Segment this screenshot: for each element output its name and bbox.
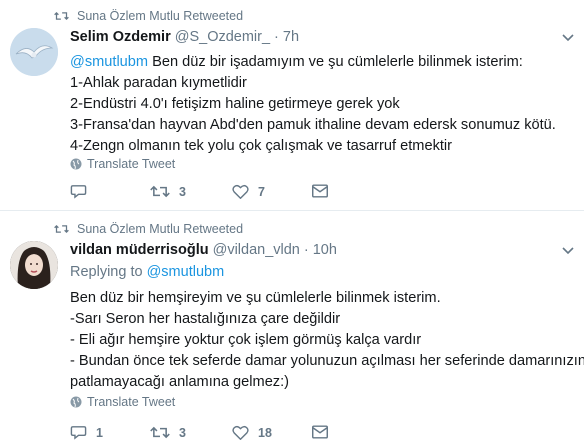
author-handle[interactable]: @S_Ozdemir_ <box>175 29 270 45</box>
heart-icon <box>232 425 249 440</box>
tweet-text-line: Ben düz bir hemşireyim ve şu cümlelerle … <box>70 290 441 306</box>
seagull-avatar-icon <box>10 28 58 76</box>
mention-link[interactable]: @smutlubm <box>70 54 148 70</box>
translate-label: Translate Tweet <box>87 157 176 171</box>
timestamp[interactable]: 7h <box>283 29 299 45</box>
tweet-text-line: -Sarı Seron her hastalığınıza çare değil… <box>70 311 341 327</box>
like-button[interactable]: 7 <box>232 184 265 199</box>
woman-portrait-avatar-icon <box>10 241 58 289</box>
tweet-header: Selim Ozdemir @S_Ozdemir_ · 7h <box>70 29 299 45</box>
like-button[interactable]: 18 <box>232 425 272 440</box>
avatar[interactable] <box>10 28 58 76</box>
retweet-icon <box>150 426 170 439</box>
tweet-text-line: 1-Ahlak paradan kıymetlidir <box>70 75 247 91</box>
chevron-down-icon[interactable] <box>562 247 574 255</box>
tweet[interactable]: Suna Özlem Mutlu Retweeted vildan müderr… <box>0 212 584 448</box>
retweet-button[interactable]: 3 <box>150 425 186 440</box>
reply-icon <box>70 426 87 440</box>
tweet-header: vildan müderrisoğlu @vildan_vldn · 10h <box>70 242 337 258</box>
retweet-icon <box>54 224 69 234</box>
replying-label: Replying to <box>70 264 143 280</box>
translate-tweet-link[interactable]: Translate Tweet <box>70 157 175 171</box>
tweet-text-line: - Eli ağır hemşire yoktur çok işlem görm… <box>70 332 422 348</box>
tweet-text-line: - Bundan önce tek seferde damar yolunuzu… <box>70 353 584 369</box>
like-count: 7 <box>258 184 265 199</box>
reply-button[interactable] <box>70 184 96 199</box>
timestamp[interactable]: 10h <box>313 242 337 258</box>
chevron-down-icon[interactable] <box>562 34 574 42</box>
reply-icon <box>70 185 87 199</box>
like-count: 18 <box>258 425 272 440</box>
retweet-icon <box>54 11 69 21</box>
separator: · <box>274 29 279 45</box>
replying-to: Replying to @smutlubm <box>70 264 224 280</box>
envelope-icon <box>312 184 328 198</box>
tweet-text-line: 3-Fransa'dan hayvan Abd'den pamuk ithali… <box>70 117 556 133</box>
retweet-icon <box>150 185 170 198</box>
tweet-text-line: patlamayacağı anlamına gelmez:) <box>70 374 290 390</box>
reply-button[interactable]: 1 <box>70 425 103 440</box>
retweeted-by-text: Suna Özlem Mutlu Retweeted <box>77 9 244 23</box>
retweet-context: Suna Özlem Mutlu Retweeted <box>54 222 243 236</box>
retweet-button[interactable]: 3 <box>150 184 186 199</box>
globe-icon <box>70 396 82 408</box>
author-name[interactable]: Selim Ozdemir <box>70 29 171 45</box>
author-handle[interactable]: @vildan_vldn <box>213 242 300 258</box>
retweet-count: 3 <box>179 184 186 199</box>
avatar[interactable] <box>10 241 58 289</box>
mention-link[interactable]: @smutlubm <box>147 264 225 280</box>
retweet-count: 3 <box>179 425 186 440</box>
tweet-text-line: 4-Zengn olmanın tek yolu çok çalışmak ve… <box>70 138 453 154</box>
translate-label: Translate Tweet <box>87 395 176 409</box>
retweeted-by-text: Suna Özlem Mutlu Retweeted <box>77 222 244 236</box>
direct-message-button[interactable] <box>312 425 337 439</box>
reply-count: 1 <box>96 425 103 440</box>
envelope-icon <box>312 425 328 439</box>
tweet-text-line: 2-Endüstri 4.0'ı fetişizm haline getirme… <box>70 96 400 112</box>
author-name[interactable]: vildan müderrisoğlu <box>70 242 209 258</box>
tweet[interactable]: Suna Özlem Mutlu Retweeted Selim Ozdemir… <box>0 0 584 211</box>
direct-message-button[interactable] <box>312 184 337 198</box>
retweet-context: Suna Özlem Mutlu Retweeted <box>54 9 243 23</box>
separator: · <box>303 242 309 258</box>
translate-tweet-link[interactable]: Translate Tweet <box>70 395 175 409</box>
tweet-text-line: @smutlubm Ben düz bir işadamıyım ve şu c… <box>70 54 523 70</box>
heart-icon <box>232 184 249 199</box>
globe-icon <box>70 158 82 170</box>
